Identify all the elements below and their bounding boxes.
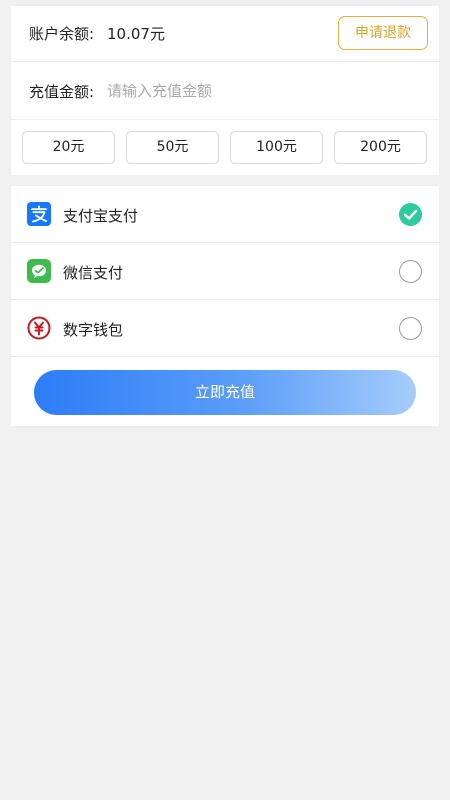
radio-circle-icon[interactable] [399, 260, 422, 283]
check-circle-icon[interactable] [399, 203, 422, 226]
request-refund-button[interactable]: 申请退款 [338, 16, 428, 50]
balance-value: 10.07元 [107, 25, 165, 43]
balance-row: 账户余额: 10.07元 申请退款 [11, 6, 439, 62]
payment-option-label: 微信支付 [63, 264, 124, 282]
payment-option-label: 数字钱包 [63, 321, 124, 339]
preset-200-button[interactable]: 200元 [334, 131, 427, 164]
balance-label: 账户余额: [29, 25, 95, 43]
recharge-card: 账户余额: 10.07元 申请退款 充值金额: 20元 50元 100元 200… [11, 6, 439, 175]
payment-option-alipay[interactable]: 支付宝支付 [11, 186, 439, 243]
payment-option-wechat[interactable]: 微信支付 [11, 243, 439, 300]
preset-20-button[interactable]: 20元 [22, 131, 115, 164]
alipay-icon [27, 202, 51, 226]
amount-input[interactable] [107, 76, 407, 106]
payment-option-digital-wallet[interactable]: 数字钱包 [11, 300, 439, 357]
radio-circle-icon[interactable] [399, 317, 422, 340]
recharge-now-button[interactable]: 立即充值 [34, 370, 416, 415]
payment-option-label: 支付宝支付 [63, 207, 139, 225]
amount-row: 充值金额: [11, 63, 439, 120]
preset-50-button[interactable]: 50元 [126, 131, 219, 164]
preset-amounts: 20元 50元 100元 200元 [11, 131, 439, 165]
digital-wallet-icon [27, 316, 51, 340]
amount-label: 充值金额: [29, 83, 95, 101]
wechat-pay-icon [27, 259, 51, 283]
preset-100-button[interactable]: 100元 [230, 131, 323, 164]
payment-card: 支付宝支付 微信支付 数字钱包 立即充值 [11, 186, 439, 426]
